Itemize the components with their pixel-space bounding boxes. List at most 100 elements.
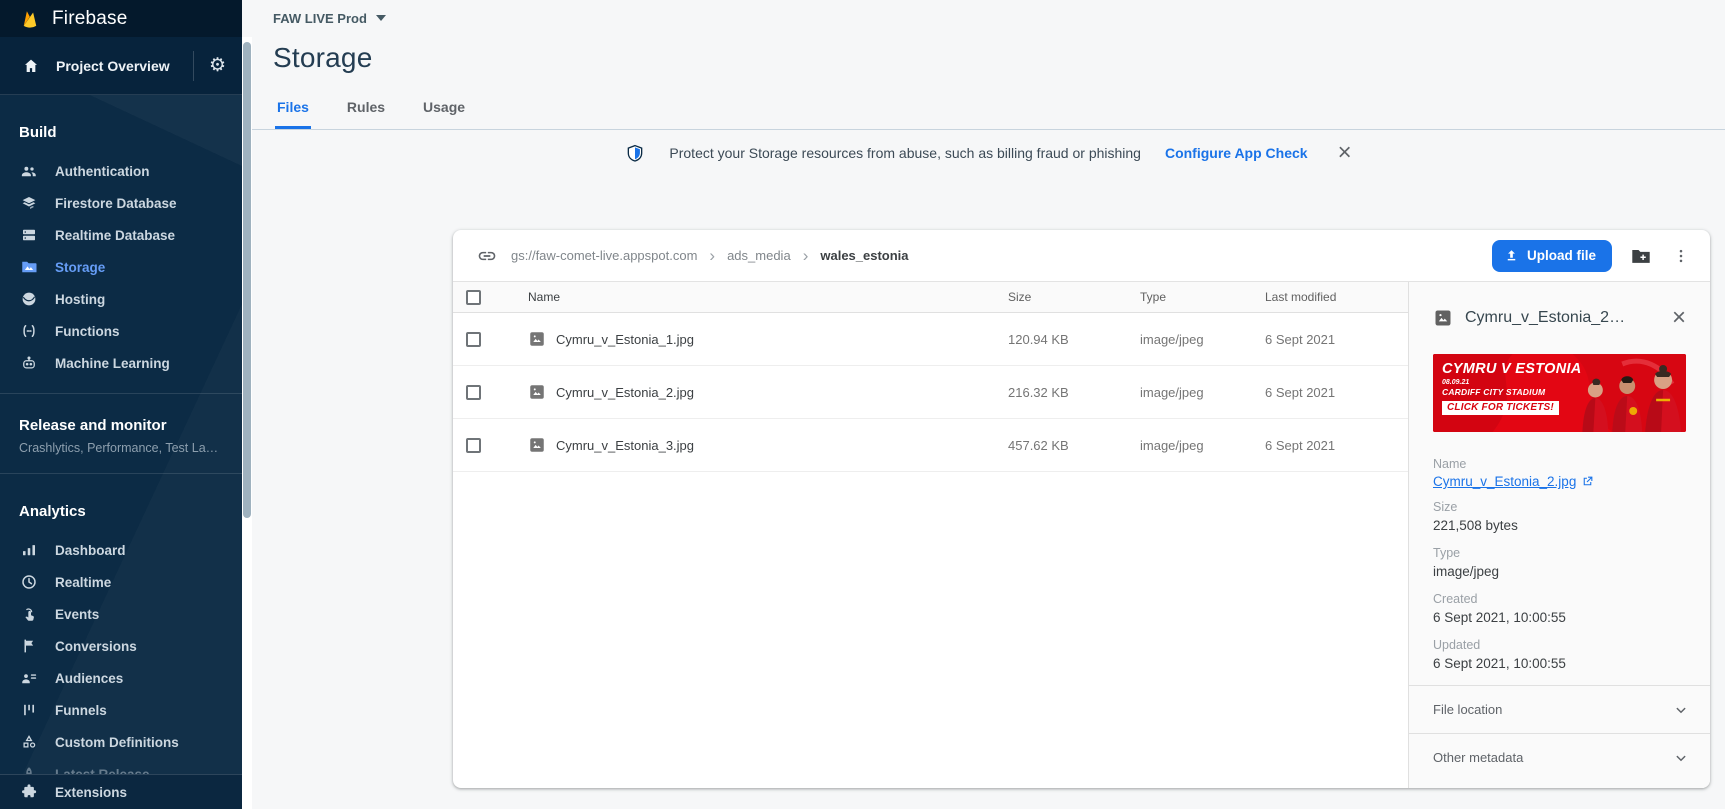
clock-icon: [19, 572, 39, 592]
file-size: 457.62 KB: [1008, 438, 1140, 453]
table-row[interactable]: Cymru_v_Estonia_3.jpg 457.62 KB image/jp…: [453, 419, 1408, 472]
tab-bar: Files Rules Usage: [275, 89, 467, 129]
robot-icon: [19, 353, 39, 373]
file-name-link[interactable]: Cymru_v_Estonia_2.jpg: [1433, 474, 1576, 489]
sidebar-item-events[interactable]: Events: [0, 598, 242, 630]
sidebar-item-realtime-database[interactable]: Realtime Database: [0, 219, 242, 251]
link-icon: [477, 246, 497, 266]
sidebar: Firebase Project Overview ⚙ Build Authen…: [0, 0, 242, 809]
file-browser-card: gs://faw-comet-live.appspot.com › ads_me…: [453, 230, 1710, 788]
row-checkbox[interactable]: [453, 332, 528, 347]
file-name: Cymru_v_Estonia_2.jpg: [556, 385, 694, 400]
sidebar-item-authentication[interactable]: Authentication: [0, 155, 242, 187]
preview-venue: CARDIFF CITY STADIUM: [1442, 387, 1582, 397]
close-icon[interactable]: ×: [1338, 141, 1352, 165]
funnel-bars-icon: [19, 700, 39, 720]
file-modified: 6 Sept 2021: [1265, 385, 1408, 400]
row-checkbox[interactable]: [453, 385, 528, 400]
more-menu-icon[interactable]: [1670, 245, 1692, 267]
sidebar-item-audiences[interactable]: Audiences: [0, 662, 242, 694]
column-header-size[interactable]: Size: [1008, 290, 1140, 304]
tab-usage[interactable]: Usage: [421, 89, 467, 129]
file-preview-image[interactable]: CYMRU V ESTONIA 08.09.21 CARDIFF CITY ST…: [1433, 354, 1686, 432]
touch-icon: [19, 604, 39, 624]
upload-icon: [1504, 248, 1519, 263]
sidebar-item-hosting[interactable]: Hosting: [0, 283, 242, 315]
caret-down-icon: [376, 15, 386, 21]
section-title: Analytics: [0, 502, 242, 522]
brand-name: Firebase: [52, 8, 128, 30]
bar-chart-icon: [19, 540, 39, 560]
file-modified: 6 Sept 2021: [1265, 332, 1408, 347]
firebase-brand[interactable]: Firebase: [0, 0, 242, 37]
panel-title: Cymru_v_Estonia_2…: [1465, 309, 1660, 327]
field-type: Type image/jpeg: [1433, 545, 1686, 581]
image-file-icon: [528, 330, 546, 348]
table-row[interactable]: Cymru_v_Estonia_1.jpg 120.94 KB image/jp…: [453, 313, 1408, 366]
column-header-name[interactable]: Name: [528, 290, 1008, 304]
expander-file-location[interactable]: File location: [1409, 685, 1710, 733]
preview-cta: CLICK FOR TICKETS!: [1442, 401, 1559, 415]
breadcrumb-bucket[interactable]: gs://faw-comet-live.appspot.com: [511, 248, 697, 263]
preview-text-block: CYMRU V ESTONIA 08.09.21 CARDIFF CITY ST…: [1442, 361, 1582, 415]
sidebar-item-conversions[interactable]: Conversions: [0, 630, 242, 662]
upload-file-button[interactable]: Upload file: [1492, 240, 1612, 272]
project-selector[interactable]: FAW LIVE Prod: [273, 8, 386, 28]
sidebar-item-realtime[interactable]: Realtime: [0, 566, 242, 598]
section-subtitle: Crashlytics, Performance, Test La…: [0, 439, 242, 457]
file-detail-panel: Cymru_v_Estonia_2… ×: [1408, 282, 1710, 788]
image-file-icon: [528, 383, 546, 401]
file-type: image/jpeg: [1140, 438, 1265, 453]
sidebar-item-project-overview[interactable]: Project Overview ⚙: [0, 37, 242, 95]
row-checkbox[interactable]: [453, 438, 528, 453]
file-type: image/jpeg: [1140, 332, 1265, 347]
sidebar-item-extensions[interactable]: Extensions: [0, 774, 242, 809]
sidebar-scrollbar[interactable]: [242, 37, 252, 809]
page-header: FAW LIVE Prod Storage Files Rules Usage: [252, 0, 1725, 130]
field-size: Size 221,508 bytes: [1433, 499, 1686, 535]
sidebar-item-storage[interactable]: Storage: [0, 251, 242, 283]
breadcrumb-folder[interactable]: ads_media: [727, 248, 791, 263]
image-file-icon: [528, 436, 546, 454]
storage-folder-icon: [19, 257, 39, 277]
content-area: Protect your Storage resources from abus…: [252, 131, 1725, 809]
tab-rules[interactable]: Rules: [345, 89, 387, 129]
files-table: Name Size Type Last modified Cym: [453, 282, 1408, 788]
shapes-icon: [19, 732, 39, 752]
expander-other-metadata[interactable]: Other metadata: [1409, 733, 1710, 781]
table-row[interactable]: Cymru_v_Estonia_2.jpg 216.32 KB image/jp…: [453, 366, 1408, 419]
section-title: Release and monitor: [0, 416, 242, 436]
create-folder-icon[interactable]: [1628, 243, 1654, 269]
sidebar-section-release-and-monitor[interactable]: Release and monitor Crashlytics, Perform…: [0, 394, 242, 473]
globe-icon: [19, 289, 39, 309]
sidebar-item-custom-definitions[interactable]: Custom Definitions: [0, 726, 242, 758]
project-overview-label: Project Overview: [56, 58, 178, 74]
sidebar-item-dashboard[interactable]: Dashboard: [0, 534, 242, 566]
section-title: Build: [0, 123, 242, 143]
storage-toolbar: gs://faw-comet-live.appspot.com › ads_me…: [453, 230, 1710, 282]
column-header-type[interactable]: Type: [1140, 290, 1265, 304]
gear-icon[interactable]: ⚙: [209, 56, 226, 75]
app-check-banner: Protect your Storage resources from abus…: [252, 137, 1725, 169]
preview-date: 08.09.21: [1442, 379, 1582, 386]
select-all-checkbox[interactable]: [453, 290, 528, 305]
sidebar-item-machine-learning[interactable]: Machine Learning: [0, 347, 242, 379]
chevron-down-icon: [1672, 701, 1690, 719]
home-icon: [21, 56, 41, 76]
sidebar-scrollbar-thumb[interactable]: [243, 42, 251, 518]
file-size: 120.94 KB: [1008, 332, 1140, 347]
sidebar-item-funnels[interactable]: Funnels: [0, 694, 242, 726]
page-title: Storage: [273, 42, 372, 74]
file-name: Cymru_v_Estonia_1.jpg: [556, 332, 694, 347]
sidebar-item-firestore-database[interactable]: Firestore Database: [0, 187, 242, 219]
configure-app-check-link[interactable]: Configure App Check: [1165, 145, 1308, 161]
tab-files[interactable]: Files: [275, 89, 311, 129]
chevron-down-icon: [1672, 749, 1690, 767]
external-link-icon[interactable]: [1581, 475, 1594, 488]
main-area: FAW LIVE Prod Storage Files Rules Usage: [252, 0, 1725, 809]
sidebar-item-functions[interactable]: Functions: [0, 315, 242, 347]
functions-icon: [19, 321, 39, 341]
close-icon[interactable]: ×: [1672, 306, 1686, 330]
database-icon: [19, 225, 39, 245]
column-header-last-modified[interactable]: Last modified: [1265, 290, 1408, 304]
